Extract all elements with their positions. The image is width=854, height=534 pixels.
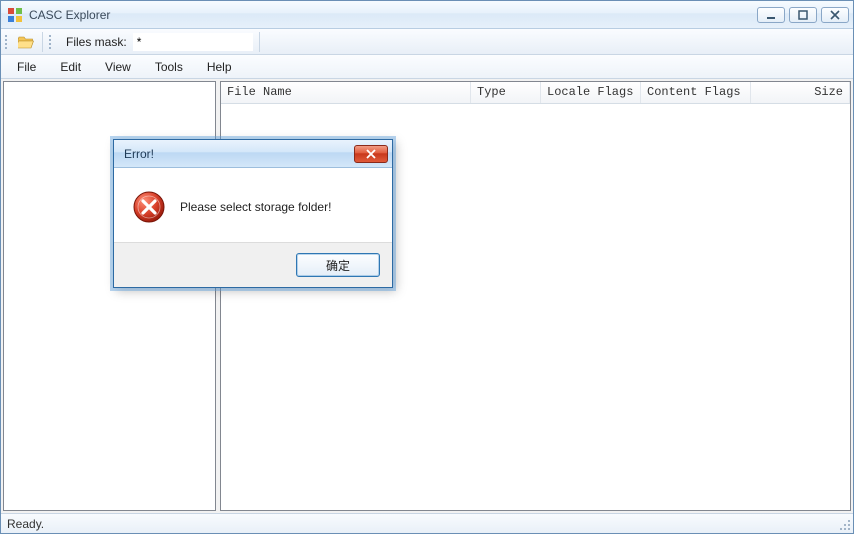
app-icon xyxy=(7,7,23,23)
toolbar-separator xyxy=(42,32,43,52)
col-content-flags[interactable]: Content Flags xyxy=(641,82,751,103)
window-title: CASC Explorer xyxy=(29,8,110,22)
error-icon xyxy=(132,190,166,224)
minimize-button[interactable] xyxy=(757,7,785,23)
files-mask-input[interactable] xyxy=(133,33,253,51)
error-dialog: Error! xyxy=(113,139,393,288)
statusbar: Ready. xyxy=(1,513,853,533)
list-header: File Name Type Locale Flags Content Flag… xyxy=(221,82,850,104)
toolbar-grip[interactable] xyxy=(5,33,10,51)
col-file-name[interactable]: File Name xyxy=(221,82,471,103)
status-text: Ready. xyxy=(7,517,44,531)
col-size[interactable]: Size xyxy=(751,82,850,103)
maximize-button[interactable] xyxy=(789,7,817,23)
menu-file[interactable]: File xyxy=(5,55,48,78)
close-button[interactable] xyxy=(821,7,849,23)
window-controls xyxy=(757,7,849,23)
toolbar-separator xyxy=(259,32,260,52)
col-locale-flags[interactable]: Locale Flags xyxy=(541,82,641,103)
dialog-close-button[interactable] xyxy=(354,145,388,163)
toolbar-grip[interactable] xyxy=(49,33,54,51)
resize-grip-icon[interactable] xyxy=(839,519,851,531)
menu-view[interactable]: View xyxy=(93,55,143,78)
main-window: CASC Explorer Files mask: xyxy=(0,0,854,534)
toolbar: Files mask: xyxy=(1,29,853,55)
menu-edit[interactable]: Edit xyxy=(48,55,93,78)
dialog-ok-button[interactable]: 确定 xyxy=(296,253,380,277)
col-type[interactable]: Type xyxy=(471,82,541,103)
dialog-message: Please select storage folder! xyxy=(180,200,331,214)
menubar: File Edit View Tools Help xyxy=(1,55,853,79)
menu-help[interactable]: Help xyxy=(195,55,244,78)
titlebar: CASC Explorer xyxy=(1,1,853,29)
dialog-button-row: 确定 xyxy=(114,242,392,287)
dialog-title: Error! xyxy=(124,147,154,161)
dialog-titlebar[interactable]: Error! xyxy=(114,140,392,168)
files-mask-label: Files mask: xyxy=(66,35,127,49)
open-folder-icon[interactable] xyxy=(18,33,36,51)
dialog-body: Please select storage folder! xyxy=(114,168,392,242)
menu-tools[interactable]: Tools xyxy=(143,55,195,78)
